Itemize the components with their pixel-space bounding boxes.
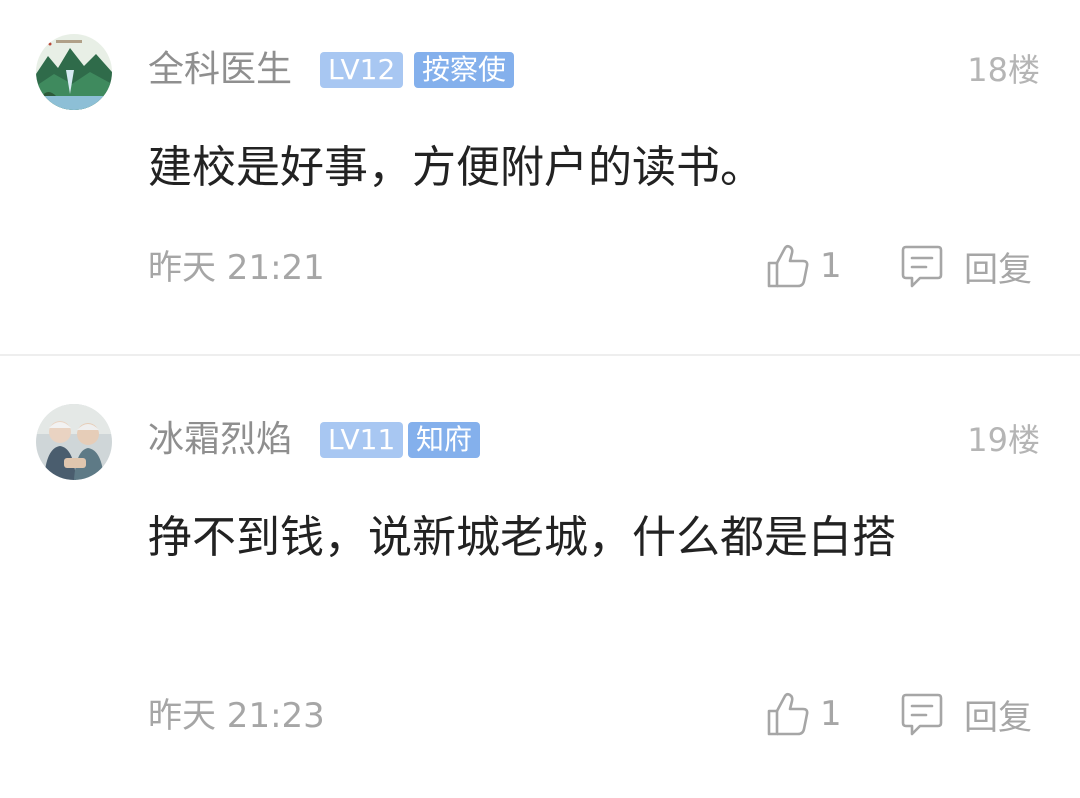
comment-icon [901, 693, 943, 736]
avatar[interactable] [36, 404, 112, 480]
username[interactable]: 全科医生 [148, 50, 292, 90]
elderly-couple-photo-avatar-icon [36, 404, 112, 480]
title-badge: 按察使 [414, 52, 515, 88]
reply-button[interactable]: 回复 [900, 242, 1032, 290]
landscape-painting-avatar-icon [36, 34, 112, 110]
like-count: 1 [820, 246, 842, 286]
thumbs-up-icon [767, 244, 809, 288]
username[interactable]: 冰霜烈焰 [148, 420, 292, 460]
reply-label: 回复 [964, 697, 1032, 738]
comment-content: 挣不到钱，说新城老城，什么都是白搭 [148, 512, 896, 563]
like-button[interactable]: 1 [766, 690, 842, 738]
comment-time: 昨天 21:21 [148, 248, 325, 288]
comment-item: 冰霜烈焰 LV11 知府 19楼 挣不到钱，说新城老城，什么都是白搭 昨天 21… [0, 356, 1080, 798]
avatar[interactable] [36, 34, 112, 110]
thumbs-up-icon [767, 692, 809, 736]
title-badge: 知府 [408, 422, 481, 458]
reply-label: 回复 [964, 249, 1032, 290]
like-count: 1 [820, 694, 842, 734]
level-badge: LV12 [320, 52, 404, 88]
like-button[interactable]: 1 [766, 242, 842, 290]
reply-button[interactable]: 回复 [900, 690, 1032, 738]
comment-icon [901, 245, 943, 288]
floor-number: 19楼 [967, 421, 1040, 459]
level-badge: LV11 [320, 422, 404, 458]
comment-content: 建校是好事，方便附户的读书。 [148, 142, 764, 193]
comment-time: 昨天 21:23 [148, 696, 325, 736]
comment-item: 全科医生 LV12 按察使 18楼 建校是好事，方便附户的读书。 昨天 21:2… [0, 0, 1080, 354]
floor-number: 18楼 [967, 51, 1040, 89]
